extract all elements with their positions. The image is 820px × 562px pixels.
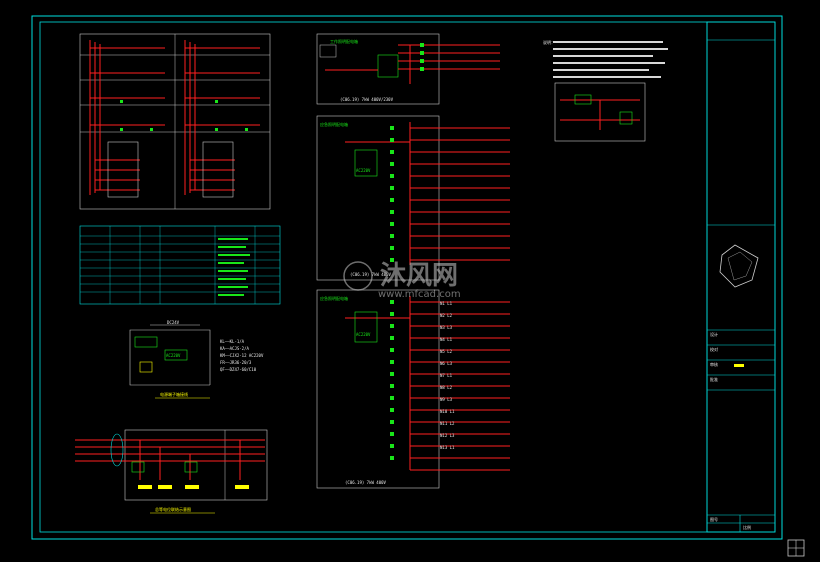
middle-panel-title: 应急照明配电箱 <box>320 121 348 127</box>
bottom-panel-title: 应急照明配电箱 <box>320 295 348 301</box>
watermark: 沐风网 www.mfcad.com <box>343 261 461 300</box>
cad-drawing-sheet: 设计 校对 审核 批准 图号 比例 DC24V AC220V KL——KL-1/… <box>31 15 805 557</box>
circuit-label: N13 L1 <box>440 445 455 450</box>
title-block-row-2: 校对 <box>710 346 718 352</box>
bottom-distribution-panel: 应急照明配电箱 AC220V (C06.19) 7kW 400V <box>316 289 510 489</box>
equipment-schedule-table <box>79 225 281 305</box>
circuit-label: N1 L1 <box>440 301 453 306</box>
dc-label: DC24V <box>167 320 180 325</box>
title-block-row-1: 设计 <box>710 331 718 337</box>
circuit-label: N2 L2 <box>440 313 453 318</box>
bottom-panel-caption: (C06.19) 7kW 400V <box>345 480 387 485</box>
circuit-label: N6 L3 <box>440 361 453 366</box>
legend-line-3: KM——CJX2-12 AC220V <box>220 353 264 358</box>
top-panel-title: 工作照明配电箱 <box>330 38 358 44</box>
title-block: 设计 校对 审核 批准 图号 比例 <box>706 21 776 533</box>
circuit-label: N12 L3 <box>440 433 455 438</box>
circuit-label: N7 L1 <box>440 373 453 378</box>
circuit-label: N8 L2 <box>440 385 453 390</box>
title-block-footer-1: 图号 <box>710 516 718 522</box>
title-block-row-4: 批准 <box>710 376 718 382</box>
title-block-row-3: 审核 <box>710 361 718 367</box>
title-block-footer-2: 比例 <box>743 524 751 530</box>
middle-distribution-panel: 应急照明配电箱 AC220V (C06.19) 7kW 400V <box>316 115 510 281</box>
top-distribution-panel: 工作照明配电箱 (C06.19) 7kW 400V/230V <box>316 33 500 105</box>
notes-block: 说明： <box>543 39 668 142</box>
circuit-label: N10 L1 <box>440 409 455 414</box>
middle-panel-voltage: AC220V <box>356 168 371 173</box>
circuit-label: N9 L3 <box>440 397 453 402</box>
legend-line-4: FR——JR36-20/3 <box>220 360 252 365</box>
legend-line-1: KL——KL-1/A <box>220 339 245 344</box>
circuit-label-column: N1 L1 N2 L2 N3 L3 N4 L1 N5 L2 N6 L3 N7 L… <box>440 301 455 450</box>
bottom-panel-voltage: AC220V <box>356 332 371 337</box>
circuit-label: N4 L1 <box>440 337 453 342</box>
grounding-diagram: 总等电位联结示意图 <box>75 429 268 514</box>
top-panel-caption: (C06.19) 7kW 400V/230V <box>340 97 394 102</box>
circuit-label: N3 L3 <box>440 325 453 330</box>
control-circuit-diagram: DC24V AC220V KL——KL-1/A KA——ACJS-2/A KM—… <box>129 320 264 399</box>
ground-caption: 总等电位联结示意图 <box>155 506 191 512</box>
riser-diagram-left <box>79 33 271 210</box>
legend-line-2: KA——ACJS-2/A <box>220 346 249 351</box>
watermark-brand: 沐风网 <box>380 261 458 291</box>
circuit-label: N11 L2 <box>440 421 455 426</box>
circuit-label: N5 L2 <box>440 349 453 354</box>
source-caption: 电源端子箱接线 <box>160 391 188 397</box>
watermark-url: www.mfcad.com <box>378 289 461 300</box>
viewport-corner-icon[interactable] <box>787 539 805 557</box>
legend-line-5: QF——DZ47-60/C10 <box>220 367 257 372</box>
control-voltage-label: AC220V <box>166 353 181 358</box>
